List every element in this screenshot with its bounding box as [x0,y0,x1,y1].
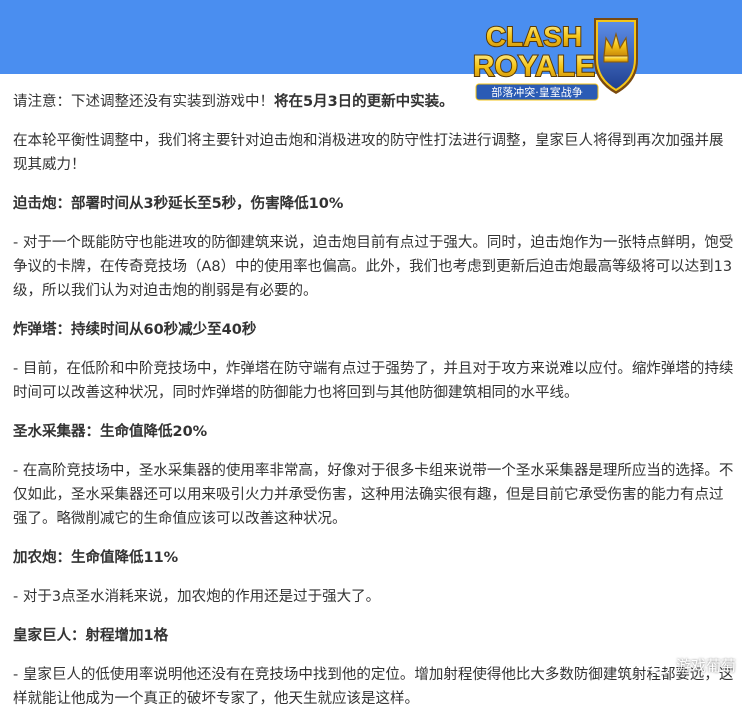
logo-title-line1: CLASH [486,21,582,52]
intro-paragraph: 在本轮平衡性调整中，我们将主要针对迫击炮和消极进攻的防守性打法进行调整，皇家巨人… [13,133,724,173]
section-body-bomb-tower: - 目前，在低阶和中阶竞技场中，炸弹塔在防守端有点过于强势了，并且对于攻方来说难… [13,361,734,401]
section-heading-cannon: 加农炮：生命值降低11% [13,550,179,566]
source-watermark: 游戏葡萄 [644,654,736,676]
update-notice: 请注意：下述调整还没有实装到游戏中！将在5月3日的更新中实装。 [13,90,735,114]
section-body-mortar: - 对于一个既能防守也能进攻的防御建筑来说，迫击炮目前有点过于强大。同时，迫击炮… [13,235,734,299]
section-heading-royal-giant: 皇家巨人：射程增加1格 [13,628,169,644]
notice-release-date: 将在5月3日的更新中实装。 [274,94,454,110]
notice-prefix: 请注意：下述调整还没有实装到游戏中！ [13,94,274,110]
section-body-cannon: - 对于3点圣水消耗来说，加农炮的作用还是过于强大了。 [13,589,381,605]
watermark-text: 游戏葡萄 [675,656,736,675]
section-body-royal-giant: - 皇家巨人的低使用率说明他还没有在竞技场中找到他的定位。增加射程使得他比大多数… [13,667,734,707]
section-heading-bomb-tower: 炸弹塔：持续时间从60秒减少至40秒 [13,322,257,338]
article-content: 请注意：下述调整还没有实装到游戏中！将在5月3日的更新中实装。 在本轮平衡性调整… [13,90,735,726]
section-heading-elixir-collector: 圣水采集器：生命值降低20% [13,424,208,440]
section-body-elixir-collector: - 在高阶竞技场中，圣水采集器的使用率非常高，好像对于很多卡组来说带一个圣水采集… [13,463,734,527]
logo-title-line2: ROYALE [473,50,595,83]
section-heading-mortar: 迫击炮：部署时间从3秒延长至5秒，伤害降低10% [13,196,344,212]
wechat-icon [644,654,670,675]
